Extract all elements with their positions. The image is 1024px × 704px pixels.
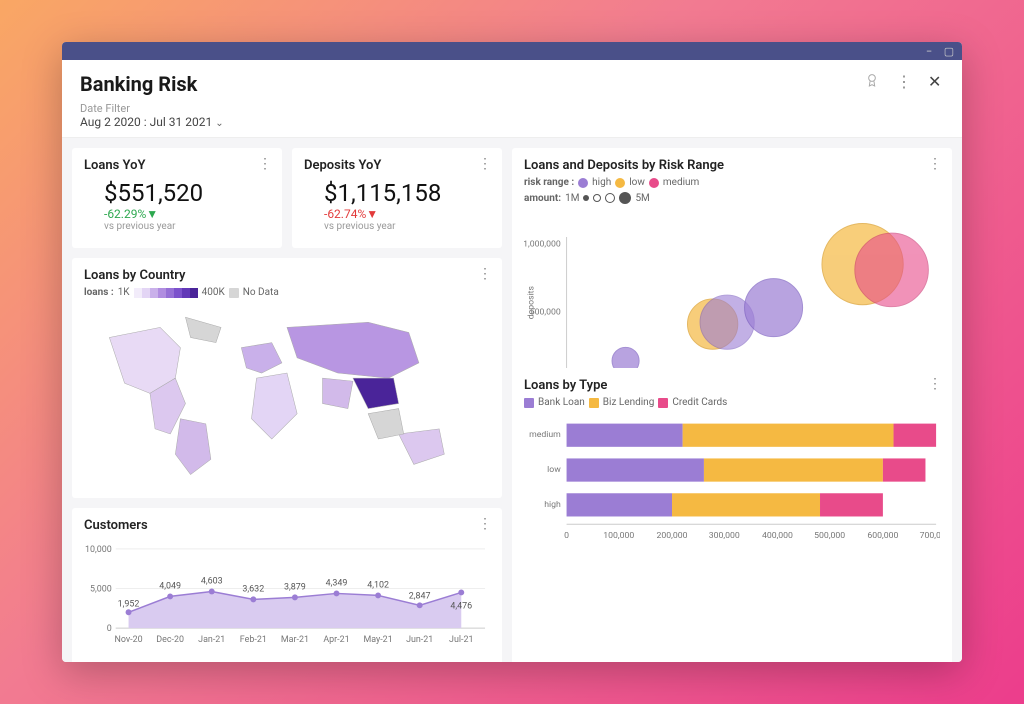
card-menu-icon[interactable]: ⋮: [478, 516, 492, 532]
svg-text:3,632: 3,632: [242, 584, 264, 594]
svg-text:200,000: 200,000: [656, 531, 687, 541]
card-title: Deposits YoY: [304, 158, 490, 173]
svg-text:Jun-21: Jun-21: [406, 635, 433, 645]
svg-text:0: 0: [107, 624, 112, 634]
svg-text:2,847: 2,847: [409, 591, 431, 601]
card-loans-country: ⋮ Loans by Country loans : 1K 400K No Da…: [72, 258, 502, 498]
card-title: Loans and Deposits by Risk Range: [524, 158, 940, 173]
svg-text:4,102: 4,102: [367, 581, 389, 591]
kpi-subtext: vs previous year: [104, 221, 270, 232]
card-loans-yoy: ⋮ Loans YoY $551,520 -62.29%▼ vs previou…: [72, 148, 282, 248]
svg-text:Mar-21: Mar-21: [281, 635, 309, 645]
card-title: Customers: [84, 518, 490, 533]
world-map: [84, 302, 490, 485]
svg-text:Dec-20: Dec-20: [156, 635, 184, 645]
svg-text:high: high: [544, 500, 561, 510]
date-filter-label: Date Filter: [80, 102, 224, 115]
stacked-bar-chart: medium low high 0 100,000 200,000: [524, 412, 940, 557]
svg-text:0: 0: [564, 531, 569, 541]
legend-type: Bank Loan Biz Lending Credit Cards: [524, 397, 940, 408]
svg-text:4,476: 4,476: [450, 601, 472, 611]
card-loans-type: ⋮ Loans by Type Bank Loan Biz Lending Cr…: [512, 368, 952, 662]
svg-text:3,879: 3,879: [284, 582, 306, 592]
svg-text:medium: medium: [529, 430, 561, 440]
legend-country: loans : 1K 400K No Data: [84, 287, 490, 298]
svg-text:low: low: [547, 465, 561, 475]
titlebar: − ▢: [62, 42, 962, 60]
app-window: − ▢ Banking Risk Date Filter Aug 2 2020 …: [62, 42, 962, 662]
card-menu-icon[interactable]: ⋮: [928, 156, 942, 172]
header: Banking Risk Date Filter Aug 2 2020 : Ju…: [62, 60, 962, 138]
svg-text:Jul-21: Jul-21: [449, 635, 473, 645]
customers-chart: 10,000 5,000 0 1,952 4,049 4,603 3,632 3…: [84, 537, 490, 656]
kpi-value: $551,520: [104, 179, 270, 207]
award-icon[interactable]: [864, 72, 880, 88]
card-title: Loans by Country: [84, 268, 490, 283]
svg-text:1,952: 1,952: [118, 599, 140, 609]
svg-text:400,000: 400,000: [762, 531, 793, 541]
svg-text:4,049: 4,049: [159, 581, 181, 591]
svg-text:100,000: 100,000: [603, 531, 634, 541]
chevron-down-icon: ⌄: [215, 118, 223, 129]
svg-text:May-21: May-21: [363, 635, 392, 645]
date-range-selector[interactable]: Aug 2 2020 : Jul 31 2021 ⌄: [80, 115, 224, 129]
card-deposits-yoy: ⋮ Deposits YoY $1,115,158 -62.74%▼ vs pr…: [292, 148, 502, 248]
kpi-subtext: vs previous year: [324, 221, 490, 232]
card-title: Loans YoY: [84, 158, 270, 173]
more-icon[interactable]: ⋮: [896, 72, 912, 88]
card-menu-icon[interactable]: ⋮: [478, 156, 492, 172]
page-title: Banking Risk: [80, 72, 224, 96]
card-customers: ⋮ Customers 10,000 5,000 0 1,952 4,049 4…: [72, 508, 502, 662]
svg-text:1,000,000: 1,000,000: [524, 240, 561, 250]
svg-text:deposits: deposits: [527, 285, 537, 319]
card-menu-icon[interactable]: ⋮: [928, 376, 942, 392]
svg-text:Feb-21: Feb-21: [240, 635, 267, 645]
kpi-delta: -62.29%▼: [104, 207, 270, 221]
svg-text:600,000: 600,000: [867, 531, 898, 541]
card-menu-icon[interactable]: ⋮: [258, 156, 272, 172]
svg-text:Apr-21: Apr-21: [323, 635, 349, 645]
svg-text:Jan-21: Jan-21: [198, 635, 225, 645]
close-icon[interactable]: ✕: [928, 72, 944, 88]
legend-amount: amount: 1M 5M: [524, 192, 940, 204]
svg-text:4,603: 4,603: [201, 577, 223, 587]
svg-text:500,000: 500,000: [814, 531, 845, 541]
svg-text:10,000: 10,000: [85, 545, 112, 555]
maximize-button[interactable]: ▢: [944, 46, 954, 56]
svg-text:5,000: 5,000: [90, 584, 112, 594]
card-menu-icon[interactable]: ⋮: [478, 266, 492, 282]
svg-text:4,349: 4,349: [326, 579, 348, 589]
kpi-delta: -62.74%▼: [324, 207, 490, 221]
svg-text:300,000: 300,000: [709, 531, 740, 541]
card-title: Loans by Type: [524, 378, 940, 393]
minimize-button[interactable]: −: [924, 46, 934, 56]
svg-text:Nov-20: Nov-20: [114, 635, 142, 645]
legend-risk: risk range : high low medium: [524, 177, 940, 188]
svg-text:700,000: 700,000: [920, 531, 940, 541]
kpi-value: $1,115,158: [324, 179, 490, 207]
